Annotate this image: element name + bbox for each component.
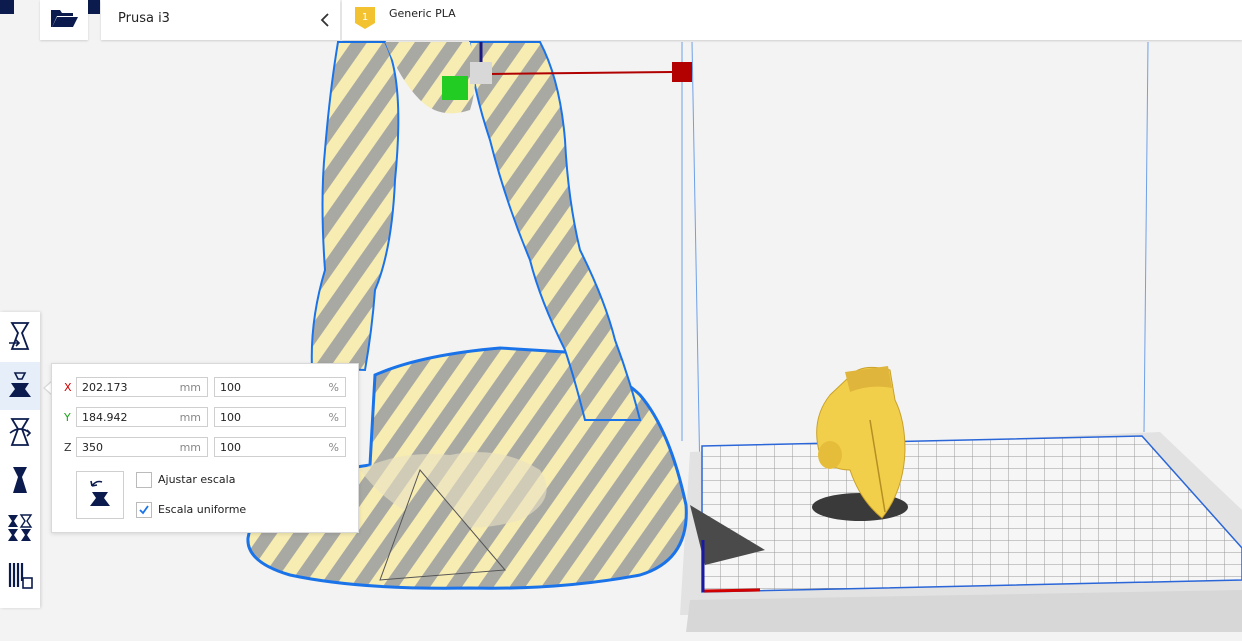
- x-percent-value: 100: [220, 381, 241, 394]
- z-percent-unit: %: [328, 441, 339, 454]
- extruder-badge-icon: 1: [354, 6, 376, 34]
- x-size-value: 202.173: [82, 381, 128, 394]
- z-size-field[interactable]: 350 mm: [76, 437, 208, 457]
- extruder-number: 1: [362, 12, 368, 23]
- y-size-unit: mm: [179, 411, 201, 424]
- uniform-scaling-checkbox[interactable]: [136, 502, 152, 518]
- support-blocker-icon: [6, 561, 34, 595]
- x-axis-label: X: [64, 381, 72, 394]
- z-percent-value: 100: [220, 441, 241, 454]
- scale-tool-button[interactable]: [0, 362, 40, 410]
- scale-tool-icon: [7, 369, 33, 403]
- material-selector[interactable]: 1 Generic PLA: [342, 0, 1242, 40]
- move-tool-button[interactable]: [0, 314, 40, 362]
- tool-bar: [0, 312, 40, 608]
- snap-scaling-label: Ajustar escala: [158, 473, 236, 486]
- origin-x-axis: [703, 588, 761, 593]
- material-name: Generic PLA: [389, 7, 456, 20]
- snap-scaling-checkbox[interactable]: [136, 472, 152, 488]
- gizmo-x-handle[interactable]: [672, 62, 692, 82]
- check-icon: [139, 505, 149, 515]
- header-accent: [0, 0, 14, 14]
- folder-open-icon: [49, 7, 79, 33]
- mirror-tool-icon: [7, 465, 33, 499]
- reset-scale-button[interactable]: [76, 471, 124, 519]
- gizmo-center-handle[interactable]: [470, 62, 492, 84]
- chevron-left-icon[interactable]: [320, 12, 330, 31]
- mirror-tool-button[interactable]: [0, 458, 40, 506]
- per-model-settings-button[interactable]: [0, 506, 40, 554]
- rotate-tool-button[interactable]: [0, 410, 40, 458]
- uniform-scaling-label: Escala uniforme: [158, 503, 247, 516]
- build-plate: [680, 432, 1242, 632]
- support-blocker-button[interactable]: [0, 554, 40, 602]
- scale-panel: X 202.173 mm 100 % Y 184.942 mm 100 % Z …: [51, 363, 359, 533]
- header-accent: [86, 0, 100, 14]
- z-size-unit: mm: [179, 441, 201, 454]
- printer-selector[interactable]: Prusa i3: [101, 0, 340, 40]
- printer-name: Prusa i3: [118, 11, 170, 26]
- rotate-tool-icon: [7, 417, 33, 451]
- reset-scale-icon: [86, 478, 114, 512]
- x-percent-field[interactable]: 100 %: [214, 377, 346, 397]
- y-percent-field[interactable]: 100 %: [214, 407, 346, 427]
- z-percent-field[interactable]: 100 %: [214, 437, 346, 457]
- per-model-settings-icon: [6, 513, 34, 547]
- open-file-button[interactable]: [40, 0, 88, 40]
- z-axis-label: Z: [64, 441, 72, 454]
- y-percent-unit: %: [328, 411, 339, 424]
- 3d-viewport[interactable]: [0, 0, 1242, 641]
- gizmo-y-handle[interactable]: [442, 76, 468, 100]
- y-percent-value: 100: [220, 411, 241, 424]
- x-size-unit: mm: [179, 381, 201, 394]
- y-axis-label: Y: [64, 411, 71, 424]
- x-percent-unit: %: [328, 381, 339, 394]
- move-tool-icon: [7, 321, 33, 355]
- y-size-value: 184.942: [82, 411, 128, 424]
- x-size-field[interactable]: 202.173 mm: [76, 377, 208, 397]
- y-size-field[interactable]: 184.942 mm: [76, 407, 208, 427]
- z-size-value: 350: [82, 441, 103, 454]
